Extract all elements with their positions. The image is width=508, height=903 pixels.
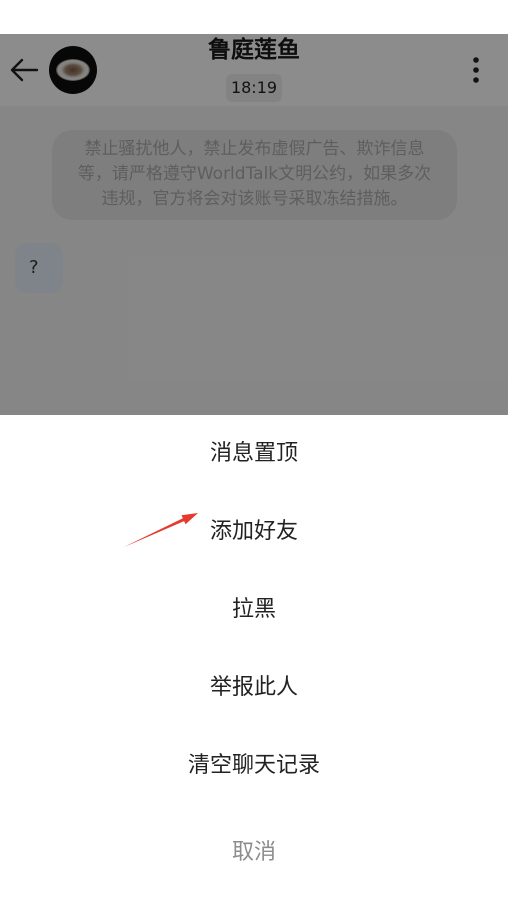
action-sheet: 消息置顶 添加好友 拉黑 举报此人 清空聊天记录 取消 bbox=[0, 415, 508, 903]
menu-item-pin-chat[interactable]: 消息置顶 bbox=[0, 415, 508, 493]
status-bar bbox=[0, 0, 508, 34]
menu-item-clear-history[interactable]: 清空聊天记录 bbox=[0, 727, 508, 805]
menu-item-add-friend[interactable]: 添加好友 bbox=[0, 493, 508, 571]
menu-item-report[interactable]: 举报此人 bbox=[0, 649, 508, 727]
cancel-button[interactable]: 取消 bbox=[0, 814, 508, 892]
dim-overlay[interactable] bbox=[0, 34, 508, 415]
menu-item-block[interactable]: 拉黑 bbox=[0, 571, 508, 649]
